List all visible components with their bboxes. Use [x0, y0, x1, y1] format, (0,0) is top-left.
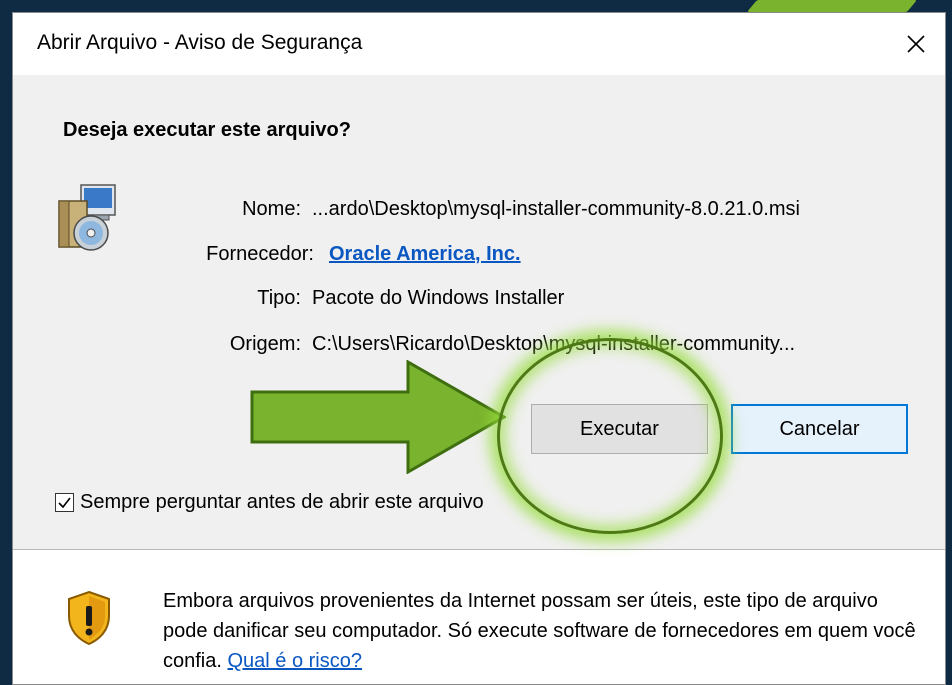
type-value: Pacote do Windows Installer — [312, 287, 565, 309]
always-ask-checkbox[interactable] — [55, 493, 74, 512]
close-button[interactable] — [887, 13, 945, 75]
origin-label: Origem: — [229, 333, 301, 355]
security-warning-dialog: Abrir Arquivo - Aviso de Segurança Desej… — [12, 12, 946, 685]
always-ask-label: Sempre perguntar antes de abrir este arq… — [80, 491, 484, 513]
type-label: Tipo: — [257, 287, 301, 309]
corner-accent-decoration — [746, 0, 918, 12]
name-value: ...ardo\Desktop\mysql-installer-communit… — [312, 198, 800, 220]
shield-warning-icon — [68, 590, 110, 646]
close-icon — [907, 35, 925, 53]
risk-link[interactable]: Qual é o risco? — [227, 650, 362, 672]
run-file-question: Deseja executar este arquivo? — [63, 119, 351, 141]
dialog-title: Abrir Arquivo - Aviso de Segurança — [37, 31, 363, 54]
execute-button[interactable]: Executar — [531, 404, 708, 454]
always-ask-checkbox-row[interactable]: Sempre perguntar antes de abrir este arq… — [55, 491, 484, 514]
origin-value: C:\Users\Ricardo\Desktop\mysql-installer… — [312, 333, 796, 355]
title-bar: Abrir Arquivo - Aviso de Segurança — [13, 13, 945, 75]
warning-message: Embora arquivos provenientes da Internet… — [163, 586, 923, 676]
cancel-button[interactable]: Cancelar — [731, 404, 908, 454]
name-label: Nome: — [242, 198, 301, 220]
arrow-right-icon — [250, 360, 506, 474]
warning-section: Embora arquivos provenientes da Internet… — [13, 550, 945, 684]
vendor-label: Fornecedor: — [206, 243, 314, 265]
checkmark-icon — [58, 497, 71, 509]
vendor-link[interactable]: Oracle America, Inc. — [329, 243, 521, 266]
installer-package-icon — [58, 184, 116, 251]
